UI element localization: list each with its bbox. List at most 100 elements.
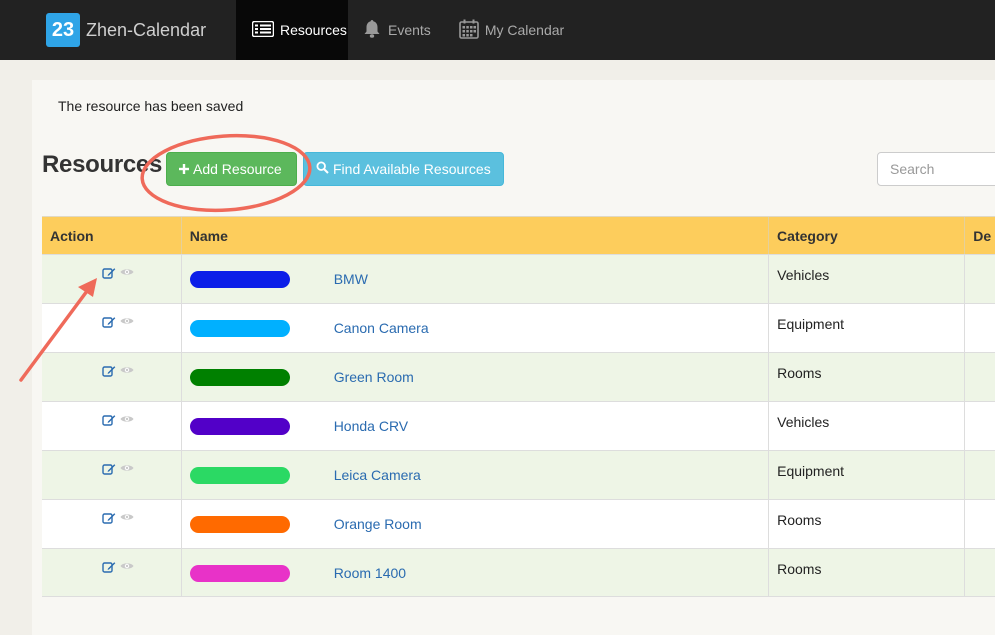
table-row: Leica Camera Equipment bbox=[42, 450, 995, 499]
add-resource-label: Add Resource bbox=[193, 161, 282, 177]
table-row: Green Room Rooms bbox=[42, 352, 995, 401]
search-icon bbox=[316, 161, 333, 177]
eye-icon[interactable] bbox=[120, 414, 134, 426]
table-header: Action Name Category De bbox=[42, 216, 995, 254]
resource-name-link[interactable]: Honda CRV bbox=[334, 418, 408, 434]
color-swatch bbox=[189, 467, 290, 484]
category-cell: Vehicles bbox=[769, 255, 966, 303]
description-cell bbox=[965, 451, 995, 499]
nav-resources-label: Resources bbox=[280, 22, 347, 38]
content-panel: The resource has been saved Resources Ad… bbox=[32, 80, 995, 635]
action-cell bbox=[42, 549, 182, 596]
edit-icon[interactable] bbox=[102, 267, 116, 279]
description-cell bbox=[965, 500, 995, 548]
table-row: Orange Room Rooms bbox=[42, 499, 995, 548]
category-cell: Equipment bbox=[769, 304, 966, 352]
color-swatch bbox=[189, 516, 290, 533]
color-swatch bbox=[189, 271, 290, 288]
color-swatch bbox=[189, 369, 290, 386]
category-value: Equipment bbox=[777, 463, 845, 479]
edit-icon[interactable] bbox=[102, 365, 116, 377]
page-title: Resources bbox=[42, 151, 163, 178]
table-row: Canon Camera Equipment bbox=[42, 303, 995, 352]
bell-icon bbox=[362, 19, 388, 42]
color-swatch bbox=[189, 320, 290, 337]
action-cell bbox=[42, 451, 182, 499]
category-value: Rooms bbox=[777, 365, 822, 381]
description-cell bbox=[965, 402, 995, 450]
action-cell bbox=[42, 255, 182, 303]
table-row: Room 1400 Rooms bbox=[42, 548, 995, 597]
brand-logo[interactable]: 23 bbox=[46, 13, 80, 47]
category-value: Vehicles bbox=[777, 414, 830, 430]
category-value: Vehicles bbox=[777, 267, 830, 283]
nav-events[interactable]: Events bbox=[348, 0, 445, 60]
column-header-name[interactable]: Name bbox=[182, 217, 770, 254]
name-cell: Honda CRV bbox=[182, 402, 770, 450]
table-body: BMW Vehicles Canon Camera Equipment Gree… bbox=[42, 254, 995, 597]
column-header-description[interactable]: De bbox=[965, 217, 995, 254]
column-header-action[interactable]: Action bbox=[42, 217, 182, 254]
nav-events-label: Events bbox=[388, 22, 431, 38]
description-cell bbox=[965, 353, 995, 401]
action-cell bbox=[42, 353, 182, 401]
eye-icon[interactable] bbox=[120, 512, 134, 524]
category-value: Equipment bbox=[777, 316, 845, 332]
eye-icon[interactable] bbox=[120, 561, 134, 573]
edit-icon[interactable] bbox=[102, 463, 116, 475]
category-cell: Equipment bbox=[769, 451, 966, 499]
edit-icon[interactable] bbox=[102, 512, 116, 524]
column-header-category[interactable]: Category bbox=[769, 217, 966, 254]
color-swatch bbox=[189, 565, 290, 582]
find-available-resources-button[interactable]: Find Available Resources bbox=[303, 152, 504, 186]
resource-name-link[interactable]: Green Room bbox=[334, 369, 414, 385]
eye-icon[interactable] bbox=[120, 463, 134, 475]
search-input[interactable] bbox=[877, 152, 995, 186]
add-resource-button[interactable]: Add Resource bbox=[166, 152, 297, 186]
plus-icon bbox=[179, 161, 193, 177]
eye-icon[interactable] bbox=[120, 267, 134, 279]
action-cell bbox=[42, 304, 182, 352]
table-row: BMW Vehicles bbox=[42, 254, 995, 303]
nav-resources[interactable]: Resources bbox=[236, 0, 348, 60]
category-cell: Rooms bbox=[769, 549, 966, 596]
category-value: Rooms bbox=[777, 561, 822, 577]
resources-table: Action Name Category De BMW Vehicles Can… bbox=[42, 216, 995, 597]
name-cell: BMW bbox=[182, 255, 770, 303]
description-cell bbox=[965, 304, 995, 352]
brand-name[interactable]: Zhen-Calendar bbox=[86, 20, 206, 41]
nav-my-calendar-label: My Calendar bbox=[484, 22, 565, 38]
calendar-icon bbox=[459, 19, 485, 42]
resource-name-link[interactable]: Orange Room bbox=[334, 516, 422, 532]
resource-name-link[interactable]: Leica Camera bbox=[334, 467, 421, 483]
name-cell: Leica Camera bbox=[182, 451, 770, 499]
resource-name-link[interactable]: Room 1400 bbox=[334, 565, 406, 581]
success-alert: The resource has been saved bbox=[58, 98, 244, 114]
name-cell: Orange Room bbox=[182, 500, 770, 548]
description-cell bbox=[965, 549, 995, 596]
category-cell: Rooms bbox=[769, 353, 966, 401]
find-available-resources-label: Find Available Resources bbox=[333, 161, 491, 177]
resource-name-link[interactable]: Canon Camera bbox=[334, 320, 429, 336]
name-cell: Canon Camera bbox=[182, 304, 770, 352]
action-cell bbox=[42, 500, 182, 548]
description-cell bbox=[965, 255, 995, 303]
top-navbar: 23 Zhen-Calendar Resources Events My Cal… bbox=[0, 0, 995, 60]
color-swatch bbox=[189, 418, 290, 435]
action-cell bbox=[42, 402, 182, 450]
resource-name-link[interactable]: BMW bbox=[334, 271, 368, 287]
brand[interactable]: 23 Zhen-Calendar bbox=[46, 0, 236, 60]
category-cell: Rooms bbox=[769, 500, 966, 548]
table-row: Honda CRV Vehicles bbox=[42, 401, 995, 450]
eye-icon[interactable] bbox=[120, 316, 134, 328]
edit-icon[interactable] bbox=[102, 414, 116, 426]
list-icon bbox=[251, 20, 280, 40]
category-value: Rooms bbox=[777, 512, 822, 528]
name-cell: Room 1400 bbox=[182, 549, 770, 596]
eye-icon[interactable] bbox=[120, 365, 134, 377]
nav-my-calendar[interactable]: My Calendar bbox=[445, 0, 578, 60]
edit-icon[interactable] bbox=[102, 316, 116, 328]
name-cell: Green Room bbox=[182, 353, 770, 401]
category-cell: Vehicles bbox=[769, 402, 966, 450]
edit-icon[interactable] bbox=[102, 561, 116, 573]
